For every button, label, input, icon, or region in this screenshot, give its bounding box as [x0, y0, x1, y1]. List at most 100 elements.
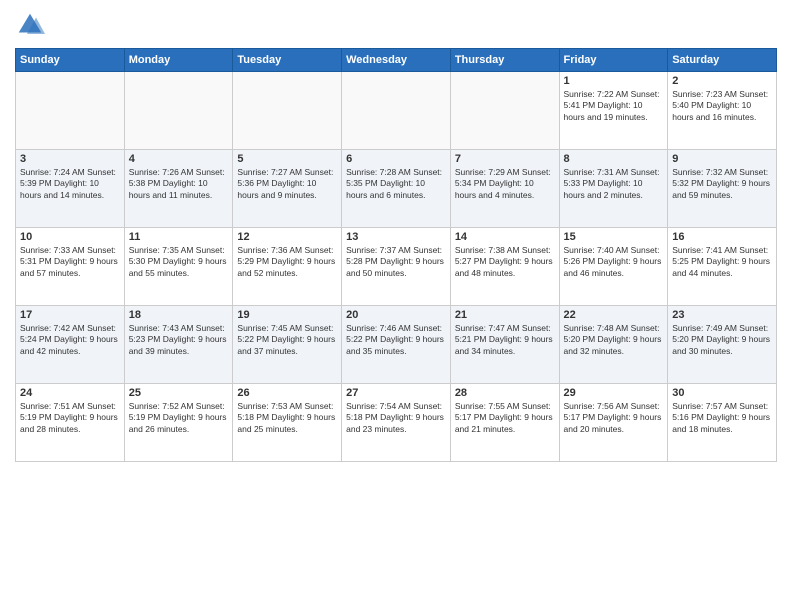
col-header-friday: Friday	[559, 49, 668, 72]
day-info: Sunrise: 7:29 AM Sunset: 5:34 PM Dayligh…	[455, 167, 555, 201]
header-row: SundayMondayTuesdayWednesdayThursdayFrid…	[16, 49, 777, 72]
day-number: 17	[20, 309, 120, 321]
day-number: 14	[455, 231, 555, 243]
col-header-tuesday: Tuesday	[233, 49, 342, 72]
day-cell: 17 Sunrise: 7:42 AM Sunset: 5:24 PM Dayli…	[16, 306, 125, 384]
day-cell: 22 Sunrise: 7:48 AM Sunset: 5:20 PM Dayli…	[559, 306, 668, 384]
day-info: Sunrise: 7:53 AM Sunset: 5:18 PM Dayligh…	[237, 401, 337, 435]
day-cell	[16, 72, 125, 150]
day-info: Sunrise: 7:42 AM Sunset: 5:24 PM Dayligh…	[20, 323, 120, 357]
col-header-monday: Monday	[124, 49, 233, 72]
day-cell: 15 Sunrise: 7:40 AM Sunset: 5:26 PM Dayli…	[559, 228, 668, 306]
day-info: Sunrise: 7:38 AM Sunset: 5:27 PM Dayligh…	[455, 245, 555, 279]
day-info: Sunrise: 7:35 AM Sunset: 5:30 PM Dayligh…	[129, 245, 229, 279]
day-cell: 18 Sunrise: 7:43 AM Sunset: 5:23 PM Dayli…	[124, 306, 233, 384]
day-info: Sunrise: 7:22 AM Sunset: 5:41 PM Dayligh…	[564, 89, 664, 123]
day-cell: 10 Sunrise: 7:33 AM Sunset: 5:31 PM Dayli…	[16, 228, 125, 306]
day-number: 12	[237, 231, 337, 243]
day-number: 8	[564, 153, 664, 165]
day-info: Sunrise: 7:27 AM Sunset: 5:36 PM Dayligh…	[237, 167, 337, 201]
day-info: Sunrise: 7:33 AM Sunset: 5:31 PM Dayligh…	[20, 245, 120, 279]
day-cell: 1 Sunrise: 7:22 AM Sunset: 5:41 PM Daylig…	[559, 72, 668, 150]
header	[15, 10, 777, 40]
day-number: 10	[20, 231, 120, 243]
day-number: 22	[564, 309, 664, 321]
day-cell: 23Sunrise: 7:49 AM Sunset: 5:20 PM Dayli…	[668, 306, 777, 384]
day-number: 6	[346, 153, 446, 165]
col-header-saturday: Saturday	[668, 49, 777, 72]
day-info: Sunrise: 7:48 AM Sunset: 5:20 PM Dayligh…	[564, 323, 664, 357]
day-info: Sunrise: 7:23 AM Sunset: 5:40 PM Dayligh…	[672, 89, 772, 123]
col-header-wednesday: Wednesday	[342, 49, 451, 72]
day-number: 20	[346, 309, 446, 321]
day-number: 21	[455, 309, 555, 321]
day-cell: 11 Sunrise: 7:35 AM Sunset: 5:30 PM Dayli…	[124, 228, 233, 306]
day-cell: 12 Sunrise: 7:36 AM Sunset: 5:29 PM Dayli…	[233, 228, 342, 306]
day-number: 3	[20, 153, 120, 165]
day-cell: 29 Sunrise: 7:56 AM Sunset: 5:17 PM Dayli…	[559, 384, 668, 462]
day-info: Sunrise: 7:40 AM Sunset: 5:26 PM Dayligh…	[564, 245, 664, 279]
day-number: 23	[672, 309, 772, 321]
day-cell: 20 Sunrise: 7:46 AM Sunset: 5:22 PM Dayli…	[342, 306, 451, 384]
day-info: Sunrise: 7:26 AM Sunset: 5:38 PM Dayligh…	[129, 167, 229, 201]
day-number: 19	[237, 309, 337, 321]
day-info: Sunrise: 7:36 AM Sunset: 5:29 PM Dayligh…	[237, 245, 337, 279]
day-info: Sunrise: 7:52 AM Sunset: 5:19 PM Dayligh…	[129, 401, 229, 435]
day-cell: 8Sunrise: 7:31 AM Sunset: 5:33 PM Daylig…	[559, 150, 668, 228]
day-number: 4	[129, 153, 229, 165]
day-info: Sunrise: 7:46 AM Sunset: 5:22 PM Dayligh…	[346, 323, 446, 357]
day-info: Sunrise: 7:56 AM Sunset: 5:17 PM Dayligh…	[564, 401, 664, 435]
week-row-4: 17 Sunrise: 7:42 AM Sunset: 5:24 PM Dayli…	[16, 306, 777, 384]
logo-icon	[15, 10, 45, 40]
day-info: Sunrise: 7:37 AM Sunset: 5:28 PM Dayligh…	[346, 245, 446, 279]
day-cell	[450, 72, 559, 150]
day-number: 18	[129, 309, 229, 321]
day-cell: 4 Sunrise: 7:26 AM Sunset: 5:38 PM Daylig…	[124, 150, 233, 228]
day-number: 15	[564, 231, 664, 243]
day-number: 29	[564, 387, 664, 399]
week-row-1: 1 Sunrise: 7:22 AM Sunset: 5:41 PM Daylig…	[16, 72, 777, 150]
day-number: 5	[237, 153, 337, 165]
day-number: 28	[455, 387, 555, 399]
day-info: Sunrise: 7:41 AM Sunset: 5:25 PM Dayligh…	[672, 245, 772, 279]
day-info: Sunrise: 7:43 AM Sunset: 5:23 PM Dayligh…	[129, 323, 229, 357]
week-row-2: 3 Sunrise: 7:24 AM Sunset: 5:39 PM Daylig…	[16, 150, 777, 228]
day-cell: 3 Sunrise: 7:24 AM Sunset: 5:39 PM Daylig…	[16, 150, 125, 228]
day-info: Sunrise: 7:57 AM Sunset: 5:16 PM Dayligh…	[672, 401, 772, 435]
day-info: Sunrise: 7:47 AM Sunset: 5:21 PM Dayligh…	[455, 323, 555, 357]
day-number: 26	[237, 387, 337, 399]
day-number: 13	[346, 231, 446, 243]
day-cell: 5 Sunrise: 7:27 AM Sunset: 5:36 PM Daylig…	[233, 150, 342, 228]
day-info: Sunrise: 7:28 AM Sunset: 5:35 PM Dayligh…	[346, 167, 446, 201]
calendar-table: SundayMondayTuesdayWednesdayThursdayFrid…	[15, 48, 777, 462]
day-cell: 14 Sunrise: 7:38 AM Sunset: 5:27 PM Dayli…	[450, 228, 559, 306]
day-info: Sunrise: 7:51 AM Sunset: 5:19 PM Dayligh…	[20, 401, 120, 435]
logo	[15, 10, 49, 40]
day-info: Sunrise: 7:54 AM Sunset: 5:18 PM Dayligh…	[346, 401, 446, 435]
day-cell: 21 Sunrise: 7:47 AM Sunset: 5:21 PM Dayli…	[450, 306, 559, 384]
day-number: 11	[129, 231, 229, 243]
day-number: 25	[129, 387, 229, 399]
day-info: Sunrise: 7:24 AM Sunset: 5:39 PM Dayligh…	[20, 167, 120, 201]
day-number: 1	[564, 75, 664, 87]
day-cell: 26 Sunrise: 7:53 AM Sunset: 5:18 PM Dayli…	[233, 384, 342, 462]
day-cell: 6 Sunrise: 7:28 AM Sunset: 5:35 PM Daylig…	[342, 150, 451, 228]
day-info: Sunrise: 7:55 AM Sunset: 5:17 PM Dayligh…	[455, 401, 555, 435]
day-cell	[124, 72, 233, 150]
day-number: 9	[672, 153, 772, 165]
day-number: 27	[346, 387, 446, 399]
day-cell: 13 Sunrise: 7:37 AM Sunset: 5:28 PM Dayli…	[342, 228, 451, 306]
day-cell: 30 Sunrise: 7:57 AM Sunset: 5:16 PM Dayli…	[668, 384, 777, 462]
day-cell: 19Sunrise: 7:45 AM Sunset: 5:22 PM Dayli…	[233, 306, 342, 384]
day-number: 7	[455, 153, 555, 165]
day-cell: 7 Sunrise: 7:29 AM Sunset: 5:34 PM Daylig…	[450, 150, 559, 228]
day-cell	[342, 72, 451, 150]
col-header-sunday: Sunday	[16, 49, 125, 72]
week-row-3: 10 Sunrise: 7:33 AM Sunset: 5:31 PM Dayli…	[16, 228, 777, 306]
day-number: 30	[672, 387, 772, 399]
day-cell: 28 Sunrise: 7:55 AM Sunset: 5:17 PM Dayli…	[450, 384, 559, 462]
day-info: Sunrise: 7:32 AM Sunset: 5:32 PM Dayligh…	[672, 167, 772, 201]
day-cell: 27 Sunrise: 7:54 AM Sunset: 5:18 PM Dayli…	[342, 384, 451, 462]
day-cell	[233, 72, 342, 150]
day-number: 16	[672, 231, 772, 243]
